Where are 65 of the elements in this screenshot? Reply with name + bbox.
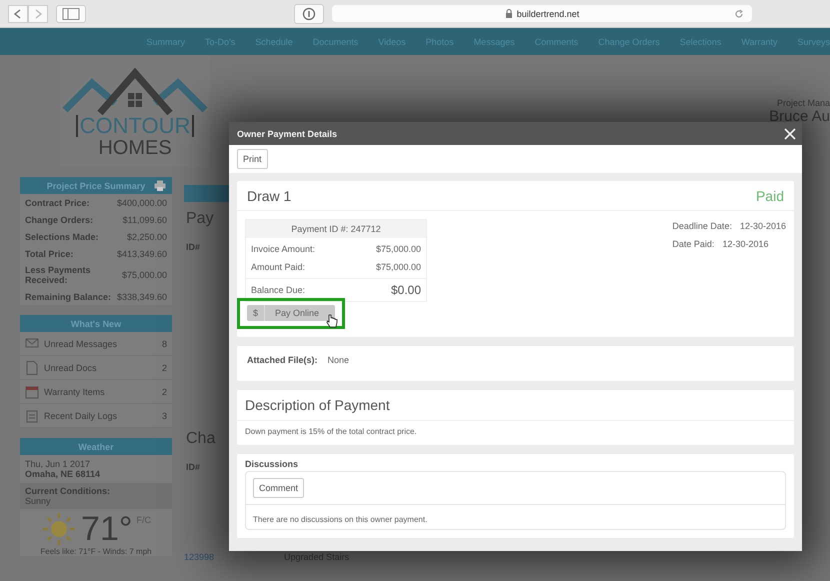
pay-online-button[interactable]: $ Pay Online bbox=[247, 305, 336, 321]
logo-text: CONTOUR bbox=[76, 115, 194, 137]
status-text: Paid bbox=[756, 188, 784, 204]
draw-title: Draw 1 bbox=[247, 188, 292, 204]
attachments-value: None bbox=[328, 355, 350, 365]
clipboard-icon bbox=[25, 408, 39, 422]
whats-new-item[interactable]: Recent Daily Logs 3 bbox=[20, 404, 172, 428]
sidebar-icon[interactable] bbox=[56, 4, 86, 22]
discussions-title: Discussions bbox=[245, 459, 300, 471]
dialog-title: Owner Payment Details bbox=[237, 128, 338, 138]
printer-icon[interactable] bbox=[154, 180, 166, 191]
column-header: ID# bbox=[186, 462, 200, 472]
description-title: Description of Payment bbox=[237, 390, 794, 421]
whats-new-item[interactable]: Warranty Items 2 bbox=[20, 380, 172, 404]
summary-value: $400,000.00 bbox=[116, 198, 167, 208]
weather-details: Feels like: 71°F - Winds: 7 mph bbox=[39, 547, 153, 556]
section-heading: Cha bbox=[186, 430, 216, 448]
date-value: 12-30-2016 bbox=[740, 221, 786, 231]
balance-label: Balance Due: bbox=[251, 285, 306, 295]
back-icon[interactable] bbox=[8, 4, 28, 22]
address-bar[interactable]: buildertrend.net bbox=[332, 5, 752, 22]
summary-label: Remaining Balance: bbox=[25, 292, 112, 302]
date-label: Date Paid: bbox=[672, 239, 714, 249]
payment-id: Payment ID #: 247712 bbox=[246, 220, 426, 238]
summary-value: $2,250.00 bbox=[126, 232, 167, 242]
amount-label: Invoice Amount: bbox=[251, 244, 316, 254]
date-label: Deadline Date: bbox=[672, 221, 732, 231]
calendar-icon bbox=[25, 384, 39, 398]
print-button[interactable]: Print bbox=[237, 149, 268, 169]
lock-icon bbox=[504, 9, 513, 18]
summary-label: Change Orders: bbox=[25, 214, 94, 224]
sun-icon bbox=[41, 511, 78, 547]
empty-message: There are no discussions on this owner payment. bbox=[252, 514, 428, 526]
weather-date: Thu, Jun 1 2017 bbox=[25, 459, 92, 469]
whats-new-item[interactable]: Unread Messages 8 bbox=[20, 332, 172, 356]
summary-label: Contract Price: bbox=[25, 198, 90, 208]
summary-label: Selections Made: bbox=[25, 232, 99, 242]
temperature: 71° bbox=[81, 511, 132, 547]
date-value: 12-30-2016 bbox=[722, 239, 768, 249]
balance-value: $0.00 bbox=[390, 283, 421, 297]
whats-new-item[interactable]: Unread Docs 2 bbox=[20, 356, 172, 380]
summary-value: $75,000.00 bbox=[122, 270, 167, 280]
summary-value: $338,349.60 bbox=[116, 292, 167, 302]
row-link[interactable]: 123998 bbox=[184, 552, 214, 562]
reload-icon[interactable] bbox=[734, 9, 744, 19]
description-text: Down payment is 15% of the total contract price. bbox=[244, 426, 418, 438]
close-icon[interactable] bbox=[784, 128, 796, 140]
url-text: buildertrend.net bbox=[516, 8, 580, 18]
summary-label: Less Payments Received: bbox=[25, 265, 92, 285]
attachments-label: Attached File(s): bbox=[247, 355, 318, 365]
amount-value: $75,000.00 bbox=[376, 244, 421, 254]
section-heading: Pay bbox=[186, 210, 214, 228]
weather-location: Omaha, NE 68114 bbox=[25, 469, 102, 479]
logo-text: HOMES bbox=[98, 137, 172, 159]
comment-button[interactable]: Comment bbox=[253, 478, 304, 498]
amount-label: Amount Paid: bbox=[251, 262, 306, 272]
envelope-icon bbox=[25, 336, 39, 350]
summary-value: $11,099.60 bbox=[122, 214, 167, 224]
document-icon bbox=[25, 360, 39, 374]
amount-value: $75,000.00 bbox=[376, 262, 421, 272]
summary-value: $413,349.60 bbox=[116, 248, 167, 258]
summary-label: Total Price: bbox=[25, 248, 74, 258]
column-header: ID# bbox=[186, 242, 200, 252]
hand-cursor-icon bbox=[326, 314, 338, 328]
privacy-icon[interactable] bbox=[294, 4, 324, 24]
